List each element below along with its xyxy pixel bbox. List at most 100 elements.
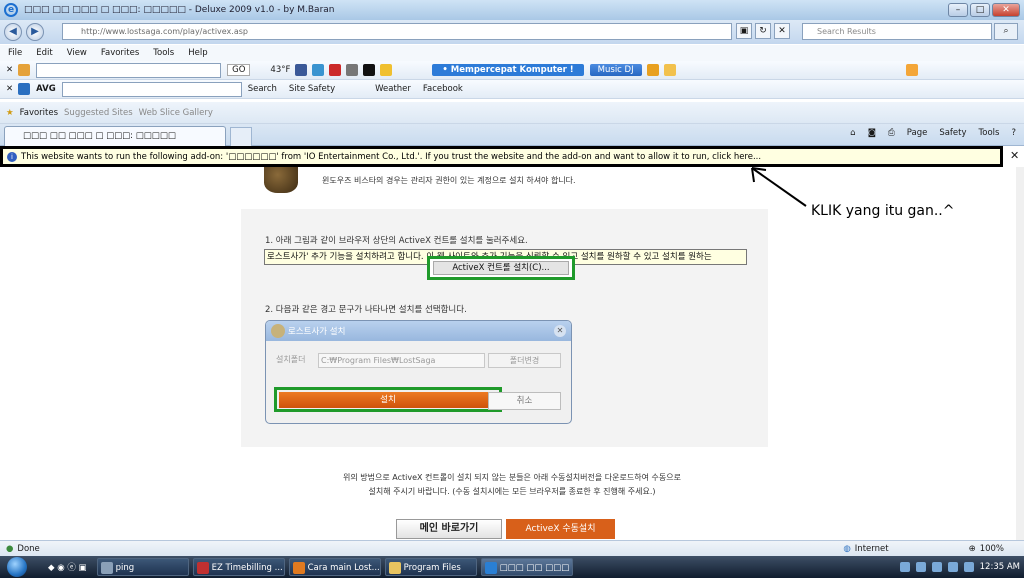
menu-help[interactable]: Help [188,48,207,58]
search-go-icon[interactable]: ⌕ [994,23,1018,40]
tray-icon[interactable] [931,562,942,572]
menu-favorites[interactable]: Favorites [101,48,139,58]
taskbar: ◆ ◉ ⓔ ▣ ping EZ Timebilling ... Cara mai… [0,556,1024,578]
command-bar: ⌂ ◙ ⎙ Page Safety Tools ? [850,128,1016,138]
site-safety-button[interactable]: Site Safety [289,84,335,94]
youtube-icon[interactable] [329,64,342,76]
stop-icon[interactable]: ✕ [774,23,790,39]
folder-change-button[interactable]: 폴더변경 [488,353,561,368]
toolbar-close-icon[interactable]: ✕ [6,65,13,75]
menu-view[interactable]: View [67,48,87,58]
promo-button[interactable]: • Mempercepat Komputer ! [432,64,584,76]
help-icon[interactable]: ? [1011,128,1016,138]
avg-search-button[interactable]: Search [248,84,277,94]
note-line-1: 위의 방법으로 ActiveX 컨트롤이 설치 되지 않는 분들은 아래 수동설… [343,473,681,482]
music-dj-button[interactable]: Music DJ [589,64,642,76]
mail-icon[interactable] [346,64,359,76]
toolbar-2: ✕ AVG Search Site Safety Weather Faceboo… [0,80,1024,99]
tray-icon[interactable] [899,562,910,572]
twitter-icon[interactable] [312,64,325,76]
menu-file[interactable]: File [8,48,22,58]
refresh-icon[interactable]: ↻ [755,23,771,39]
ez-icon [196,562,209,574]
weather-button[interactable]: Weather [375,84,411,94]
manual-install-note: 위의 방법으로 ActiveX 컨트롤이 설치 되지 않는 분들은 아래 수동설… [0,471,1024,499]
minimize-button[interactable]: – [948,3,968,17]
weather-temp[interactable]: 43°F [270,65,290,75]
annotation-arrow [751,167,807,207]
home-icon[interactable]: ⌂ [850,128,855,138]
task-cara-main[interactable]: Cara main Lost... [288,558,381,576]
facebook-icon[interactable] [295,64,308,76]
cancel-button[interactable]: 취소 [488,392,561,410]
compat-icon[interactable]: ▣ [736,23,752,39]
avg-label[interactable]: AVG [36,84,56,94]
ie-icon [484,562,497,574]
zone-text[interactable]: Internet [855,544,889,554]
task-ie-active[interactable]: □□□ □□ □□□ □ ... [480,558,573,576]
tray-icon[interactable] [963,562,974,572]
page-content: 윈도우즈 비스타의 경우는 관리자 권한이 있는 계정으로 설치 하셔야 합니다… [0,167,1024,540]
envelope-icon[interactable] [663,64,676,76]
folder-path-field[interactable]: C:₩Program Files₩LostSaga [318,353,485,368]
toolbar-logo-icon [18,64,31,76]
menu-tools[interactable]: Tools [153,48,174,58]
tray-icon[interactable] [915,562,926,572]
task-ping[interactable]: ping [96,558,189,576]
information-bar[interactable]: i This website wants to run the followin… [0,146,1003,167]
install-button[interactable]: 설치 [279,392,497,408]
task-ez-timebilling[interactable]: EZ Timebilling ... [192,558,285,576]
quick-launch-icons[interactable]: ◆ ◉ ⓔ ▣ [48,561,87,573]
web-slice-gallery-button[interactable]: Web Slice Gallery [139,108,213,118]
vertical-scrollbar[interactable] [1016,167,1024,540]
address-row: ◀ ▶ http://www.lostsaga.com/play/activex… [0,20,1024,44]
activex-manual-install-button[interactable]: ActiveX 수동설치 [506,519,615,539]
task-label: Cara main Lost... [307,563,380,573]
step2-text: 2. 다음과 같은 경고 문구가 나타나면 설치를 선택합니다. [265,305,467,315]
maximize-button[interactable]: □ [970,3,990,17]
activex-install-button[interactable]: ActiveX 컨트롤 설치(C)... [433,261,569,275]
search-input[interactable]: Search Results [802,23,992,40]
menu-edit[interactable]: Edit [36,48,52,58]
page-menu[interactable]: Page [907,128,928,138]
toolbar2-close-icon[interactable]: ✕ [6,84,13,94]
close-window-button[interactable]: ✕ [992,3,1020,17]
main-shortcut-button[interactable]: 메인 바로가기 [396,519,502,539]
step1-text: 1. 아래 그림과 같이 브라우저 상단의 ActiveX 컨트롤 설치를 눌러… [265,236,528,246]
gift-icon[interactable] [646,64,659,76]
back-icon[interactable]: ◀ [4,23,22,41]
zoom-level[interactable]: 100% [980,544,1004,554]
task-label: □□□ □□ □□□ □ ... [499,563,572,573]
title-bar: e □□□ □□ □□□ □ □□□: □□□□□ - Deluxe 2009 … [0,0,1024,20]
addon-icon[interactable] [905,64,918,76]
favorites-button[interactable]: Favorites [20,108,58,118]
address-input[interactable]: http://www.lostsaga.com/play/activex.asp [62,23,732,40]
vista-note: 윈도우즈 비스타의 경우는 관리자 권한이 있는 계정으로 설치 하셔야 합니다… [322,176,576,185]
install-highlight: 설치 [274,387,502,412]
status-text: Done [17,543,40,554]
tray-icon[interactable] [947,562,958,572]
infobar-close-icon[interactable]: ✕ [1010,149,1019,162]
forward-icon[interactable]: ▶ [26,23,44,41]
facebook-button[interactable]: Facebook [423,84,463,94]
toolbar-go-button[interactable]: GO [227,64,251,76]
safety-menu[interactable]: Safety [939,128,966,138]
print-icon[interactable]: ⎙ [888,128,895,138]
dialog-close-icon[interactable]: ✕ [554,325,566,337]
amazon-icon[interactable] [363,64,376,76]
activex-install-highlight: ActiveX 컨트롤 설치(C)... [427,256,575,280]
dialog-title: 로스트사가 설치 [288,327,346,337]
clock[interactable]: 12:35 AM [980,562,1020,572]
dialog-title-bar: 로스트사가 설치 ✕ [266,321,571,341]
tab-active[interactable]: □□□ □□ □□□ □ □□□: □□□□□ [4,126,226,146]
window-title: □□□ □□ □□□ □ □□□: □□□□□ - Deluxe 2009 v1… [24,5,335,15]
start-button[interactable] [0,556,34,578]
new-tab-button[interactable] [230,127,252,146]
toolbar-search-input[interactable] [36,62,222,78]
avg-search-input[interactable] [61,81,242,97]
ebay-icon[interactable] [380,64,393,76]
task-program-files[interactable]: Program Files [384,558,477,576]
tools-menu[interactable]: Tools [979,128,1000,138]
suggested-sites-button[interactable]: Suggested Sites [64,108,133,118]
feeds-icon[interactable]: ◙ [868,128,876,138]
